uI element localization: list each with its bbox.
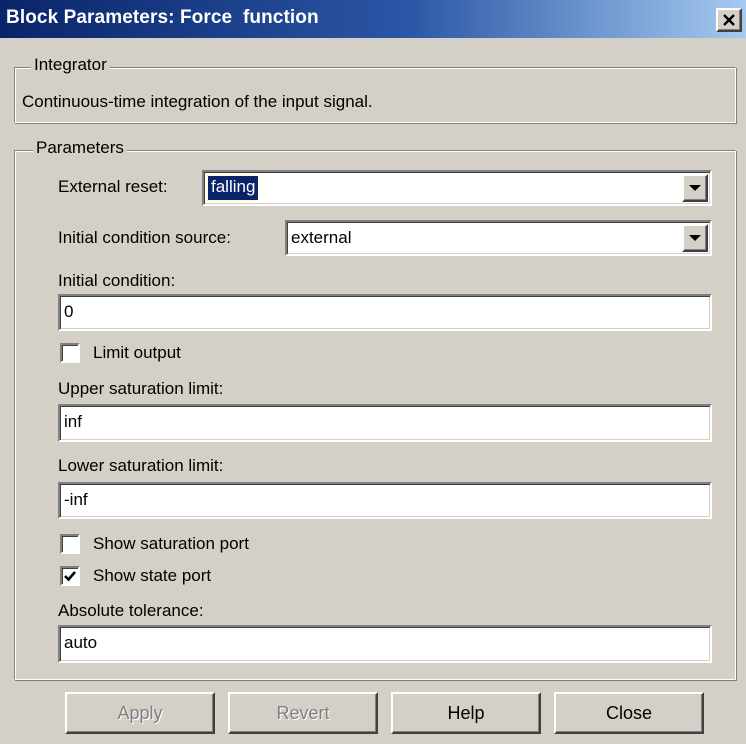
absolute-tolerance-label: Absolute tolerance: xyxy=(58,601,204,620)
close-icon xyxy=(723,14,735,26)
external-reset-select[interactable]: falling xyxy=(202,170,712,206)
limit-output-checkbox[interactable] xyxy=(60,343,80,363)
absolute-tolerance-field[interactable]: auto xyxy=(58,625,712,663)
close-button[interactable]: Close xyxy=(554,692,704,734)
show-state-port-checkbox[interactable] xyxy=(60,566,80,586)
show-state-port-label[interactable]: Show state port xyxy=(93,566,211,586)
initial-condition-source-value: external xyxy=(291,228,352,247)
upper-saturation-limit-value: inf xyxy=(64,412,82,431)
lower-saturation-limit-value: -inf xyxy=(64,490,88,509)
show-saturation-port-checkbox[interactable] xyxy=(60,534,80,554)
chevron-down-icon[interactable] xyxy=(682,174,708,202)
integrator-legend: Integrator xyxy=(31,55,110,75)
title-bar[interactable]: Block Parameters: Force function xyxy=(0,0,746,38)
initial-condition-source-label: Initial condition source: xyxy=(58,228,231,247)
lower-saturation-limit-label: Lower saturation limit: xyxy=(58,456,224,475)
window-title: Block Parameters: Force function xyxy=(6,7,319,28)
apply-button[interactable]: Apply xyxy=(65,692,215,734)
upper-saturation-limit-label: Upper saturation limit: xyxy=(58,379,224,398)
upper-saturation-limit-field[interactable]: inf xyxy=(58,404,712,442)
revert-button[interactable]: Revert xyxy=(228,692,378,734)
help-button[interactable]: Help xyxy=(391,692,541,734)
initial-condition-value: 0 xyxy=(64,302,74,321)
checkmark-icon xyxy=(64,571,76,582)
block-parameters-dialog: Block Parameters: Force function Integra… xyxy=(0,0,746,744)
initial-condition-label: Initial condition: xyxy=(58,271,176,290)
close-window-button[interactable] xyxy=(716,8,742,32)
lower-saturation-limit-field[interactable]: -inf xyxy=(58,482,712,519)
chevron-down-icon[interactable] xyxy=(682,224,708,252)
initial-condition-source-select[interactable]: external xyxy=(285,220,712,256)
limit-output-label[interactable]: Limit output xyxy=(93,343,181,363)
external-reset-value: falling xyxy=(206,175,260,201)
initial-condition-field[interactable]: 0 xyxy=(58,294,712,331)
absolute-tolerance-value: auto xyxy=(64,633,98,652)
integrator-description: Continuous-time integration of the input… xyxy=(22,92,373,111)
external-reset-label: External reset: xyxy=(58,177,168,196)
show-saturation-port-label[interactable]: Show saturation port xyxy=(93,534,249,554)
parameters-legend: Parameters xyxy=(33,138,127,158)
